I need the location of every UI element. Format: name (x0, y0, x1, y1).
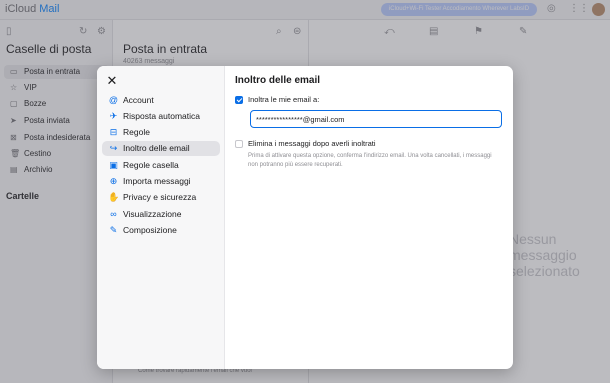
nav-item-rules[interactable]: ⊟ Regole (102, 125, 220, 140)
close-icon[interactable]: ✕ (105, 74, 119, 88)
nav-item-label: Visualizzazione (123, 209, 182, 219)
nav-item-glasses[interactable]: ∞ Visualizzazione (102, 207, 220, 222)
forward-email-input[interactable] (250, 110, 502, 128)
nav-item-label: Inoltro delle email (123, 143, 190, 153)
nav-item-label: Regole (123, 127, 150, 137)
settings-modal: ✕ @ Account ✈ Risposta automatica ⊟ Regole ↪ In… (97, 66, 513, 369)
settings-nav: ✕ @ Account ✈ Risposta automatica ⊟ Regole ↪ In… (97, 66, 225, 369)
plane-icon: ✈ (109, 111, 118, 121)
forward-checkbox[interactable] (235, 96, 243, 104)
nav-item-label: Risposta automatica (123, 111, 201, 121)
nav-item-label: Importa messaggi (123, 176, 191, 186)
nav-item-label: Account (123, 95, 154, 105)
compose-icon: ✎ (109, 225, 118, 235)
nav-item-label: Privacy e sicurezza (123, 192, 197, 202)
settings-content: Inoltro delle email Inoltra le mie email… (235, 66, 513, 369)
delete-after-forward-label: Elimina i messaggi dopo averli inoltrati (248, 139, 376, 148)
nav-item-import[interactable]: ⊕ Importa messaggi (102, 174, 220, 189)
forward-label: Inoltra le mie email a: (248, 95, 320, 104)
nav-item-forward[interactable]: ↪ Inoltro delle email (102, 141, 220, 156)
nav-item-label: Composizione (123, 225, 177, 235)
nav-item-mailbox-rules[interactable]: ▣ Regole casella (102, 158, 220, 173)
at-icon: @ (108, 95, 119, 105)
rules-icon: ⊟ (109, 127, 118, 137)
delete-description: Prima di attivare questa opzione, confer… (248, 153, 492, 168)
nav-item-plane[interactable]: ✈ Risposta automatica (102, 109, 220, 124)
delete-after-forward-checkbox[interactable] (235, 140, 243, 148)
import-icon: ⊕ (109, 176, 118, 186)
mailbox-rules-icon: ▣ (109, 160, 118, 170)
nav-item-at[interactable]: @ Account (102, 93, 220, 108)
glasses-icon: ∞ (110, 209, 117, 219)
nav-item-hand[interactable]: ✋ Privacy e sicurezza (102, 190, 220, 205)
hand-icon: ✋ (108, 192, 120, 202)
nav-item-compose[interactable]: ✎ Composizione (102, 223, 220, 238)
nav-item-label: Regole casella (123, 160, 179, 170)
page-title: Inoltro delle email (235, 75, 321, 86)
forward-icon: ↪ (109, 143, 118, 153)
